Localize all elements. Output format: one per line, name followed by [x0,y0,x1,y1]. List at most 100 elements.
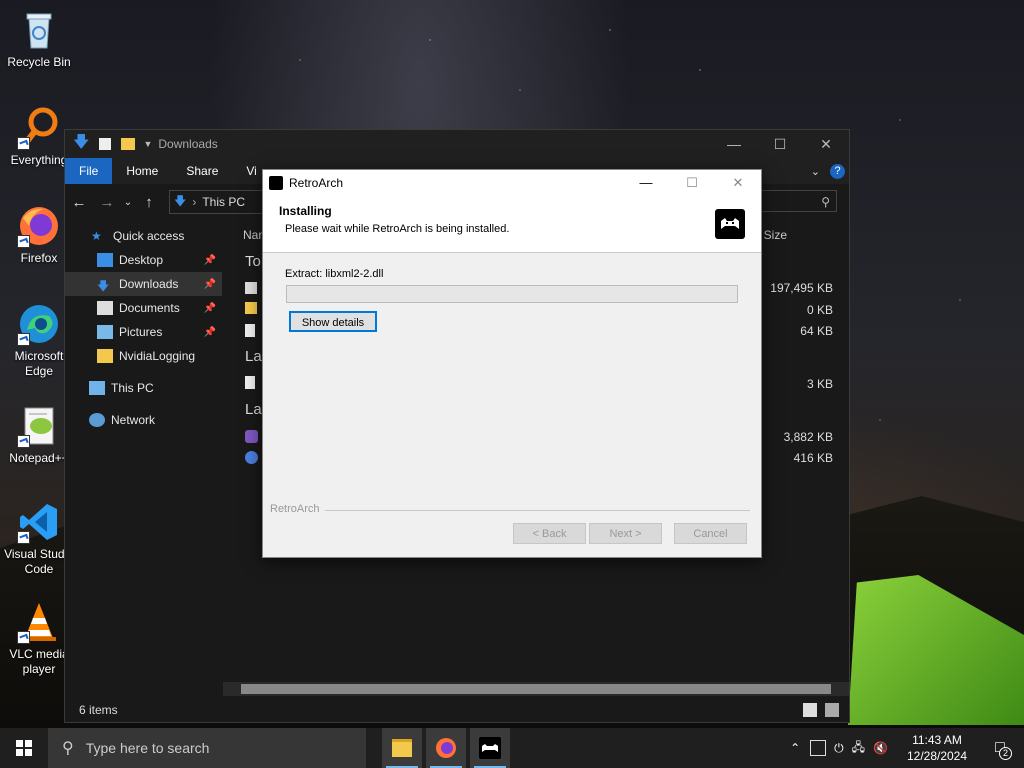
forward-arrow-icon[interactable]: → [93,194,121,211]
clock-date: 12/28/2024 [906,749,968,763]
computer-icon [89,381,105,395]
search-placeholder: Type here to search [85,740,210,756]
installer-maximize-button: ☐ [686,175,698,190]
close-button[interactable]: ✕ [803,130,849,158]
nav-documents[interactable]: Documents 📌 [65,296,222,320]
nav-label: Documents [119,301,180,315]
taskbar-firefox[interactable] [426,728,466,768]
breadcrumb-chevron-icon[interactable]: › [192,195,196,209]
volume-muted-icon[interactable]: 🔇 [873,741,888,755]
help-icon[interactable]: ? [830,163,845,179]
retroarch-installer-dialog[interactable]: RetroArch — ☐ ✕ Installing Please wait w… [262,169,762,558]
file-size: 64 KB [800,324,833,338]
nav-label: NvidiaLogging [119,349,196,363]
large-icons-view-icon[interactable] [825,703,839,717]
file-icon [245,324,255,337]
nav-downloads[interactable]: 🡇 Downloads 📌 [65,272,222,296]
start-button[interactable] [0,728,48,768]
nav-network[interactable]: Network [65,408,222,432]
item-count: 6 items [79,703,118,717]
notification-center-button[interactable]: □ 2 [976,728,1024,768]
desktop-icon-recycle-bin[interactable]: Recycle Bin [2,8,76,70]
taskbar-retroarch[interactable] [470,728,510,768]
retroarch-icon [479,737,501,759]
qat-dropdown-icon[interactable]: ▼ [143,139,152,149]
show-hidden-icons-chevron-icon[interactable]: ⌃ [790,741,800,755]
installer-subheading: Please wait while RetroArch is being ins… [285,223,510,235]
network-icon[interactable]: 🖧 [852,738,865,759]
up-arrow-icon[interactable]: ↑ [135,194,163,211]
nav-nvidialogging[interactable]: NvidiaLogging [65,344,222,368]
pin-icon[interactable]: 📌 [204,255,216,266]
details-view-icon[interactable] [803,703,817,717]
minimize-button[interactable]: — [711,130,757,158]
pictures-folder-icon [97,325,113,339]
vlc-icon [17,600,61,644]
file-size: 0 KB [806,303,833,317]
shortcut-arrow-icon [17,137,30,150]
folder-icon [97,349,113,363]
file-size: 416 KB [793,451,833,465]
search-icon: ⚲ [821,195,830,209]
taskbar-file-explorer[interactable] [382,728,422,768]
system-tray: ⌃ ⏻ 🖧 🔇 11:43 AM 12/28/2024 □ 2 [790,728,1024,768]
back-arrow-icon[interactable]: ← [65,194,93,211]
nav-this-pc[interactable]: This PC [65,376,222,400]
navigation-pane: ★ Quick access Desktop 📌 🡇 Downloads 📌 D… [65,220,222,680]
status-bar: 6 items [65,698,849,722]
pin-icon[interactable]: 📌 [204,327,216,338]
network-icon [89,413,105,427]
retroarch-logo-icon [715,209,745,239]
cancel-button: Cancel [674,523,747,544]
system-clock[interactable]: 11:43 AM 12/28/2024 [898,732,976,764]
install-progress-bar [286,285,738,303]
firefox-icon [17,204,61,248]
taskbar-search-box[interactable]: ⚲ Type here to search [48,728,366,768]
column-header-size[interactable]: Size [764,228,787,242]
explorer-titlebar[interactable]: 🡇 ▼ Downloads — ☐ ✕ [65,130,849,158]
file-size: 3 KB [806,377,833,391]
shortcut-arrow-icon [17,631,30,644]
pin-icon[interactable]: 📌 [204,279,216,290]
installer-brand: RetroArch [270,503,320,515]
nav-quick-access[interactable]: ★ Quick access [65,224,222,248]
search-input[interactable]: ⚲ [753,190,837,212]
breadcrumb-this-pc[interactable]: This PC [202,195,245,209]
pin-icon[interactable]: 📌 [204,303,216,314]
search-icon: ⚲ [62,740,74,757]
clock-time: 11:43 AM [912,733,962,747]
new-folder-icon[interactable] [121,138,136,150]
download-arrow-icon: 🡇 [73,133,90,151]
file-icon [245,376,255,389]
installer-titlebar[interactable]: RetroArch — ☐ ✕ [263,170,761,196]
horizontal-scrollbar[interactable] [223,682,849,696]
extract-status: Extract: libxml2-2.dll [285,268,384,280]
shortcut-arrow-icon [17,235,30,248]
installer-minimize-button[interactable]: — [623,175,669,191]
edge-icon [17,302,61,346]
file-size: 3,882 KB [783,430,833,444]
desktop-folder-icon [97,253,113,267]
nav-pictures[interactable]: Pictures 📌 [65,320,222,344]
documents-folder-icon [97,301,113,315]
ribbon-expand-icon[interactable]: ⌄ [811,165,820,178]
notepadpp-icon [17,404,61,448]
tab-share[interactable]: Share [172,158,232,184]
properties-icon[interactable] [99,138,112,150]
nav-label: Desktop [119,253,164,267]
shortcut-arrow-icon [17,333,30,346]
scrollbar-thumb[interactable] [241,684,831,694]
tab-home[interactable]: Home [112,158,172,184]
nav-desktop[interactable]: Desktop 📌 [65,248,222,272]
firefox-icon [436,738,456,758]
shortcut-arrow-icon [17,435,30,448]
tab-file[interactable]: File [65,158,113,184]
nav-label: Pictures [119,325,163,339]
downloads-folder-icon: 🡇 [97,279,110,293]
recent-dropdown-icon[interactable]: ⌄ [121,197,135,208]
maximize-button[interactable]: ☐ [757,130,803,158]
show-details-button[interactable]: Show details [289,311,377,332]
group-header[interactable]: To [245,253,261,270]
notification-app-icon[interactable] [810,740,827,756]
power-icon[interactable]: ⏻ [834,741,844,756]
